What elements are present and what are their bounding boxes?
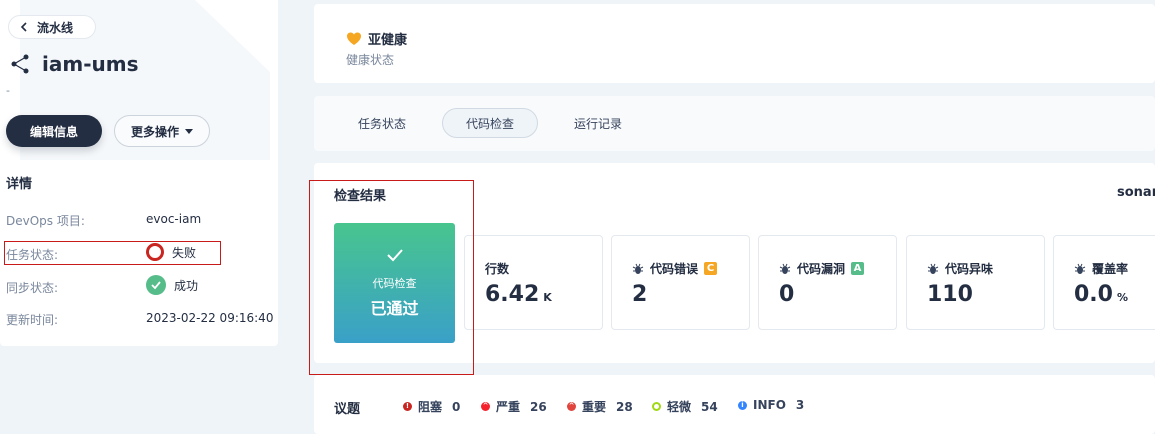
lines-value: 6.42: [485, 282, 540, 307]
bugs-label: 代码错误: [650, 262, 699, 276]
lines-label: 行数: [485, 262, 510, 276]
vulnerabilities-label: 代码漏洞: [797, 262, 846, 276]
heart-icon: [347, 32, 361, 45]
issue-label: INFO: [753, 398, 786, 412]
details-heading: 详情: [6, 177, 33, 192]
issue-label: 轻微: [667, 400, 692, 414]
issue-info[interactable]: i INFO 3: [738, 398, 804, 412]
issue-count: 3: [795, 398, 805, 412]
metric-vulnerabilities: 代码漏洞 A 0: [758, 235, 897, 330]
metric-value: 0.0%: [1074, 282, 1128, 307]
detail-label-updated: 更新时间:: [6, 313, 59, 327]
sync-status-text: 成功: [174, 278, 199, 293]
metric-label: 代码漏洞 A: [779, 260, 865, 277]
bug-icon: [632, 263, 644, 274]
health-card: 亚健康 健康状态: [314, 4, 1155, 83]
metric-value: 110: [927, 282, 973, 307]
page-title: iam-ums: [42, 52, 139, 76]
sonar-provider-label: sonar: [1117, 185, 1155, 200]
chevron-left-icon: [20, 22, 27, 32]
detail-label-sync-status: 同步状态:: [6, 281, 59, 295]
lines-unit: K: [543, 291, 552, 304]
blocker-icon: !: [403, 402, 412, 411]
metric-lines: 行数 6.42 K: [464, 235, 603, 330]
pipeline-description: -: [6, 84, 10, 97]
metric-label: 覆盖率: [1074, 260, 1128, 277]
issue-minor[interactable]: 轻微 54: [652, 398, 718, 415]
caret-down-icon: [185, 128, 193, 134]
back-label: 流水线: [37, 20, 74, 35]
check-result-highlight-box: [309, 180, 474, 375]
metric-bugs: 代码错误 C 2: [611, 235, 750, 330]
pipeline-icon: [11, 54, 29, 74]
pipeline-sidebar: 流水线 iam-ums - 编辑信息 更多操作 详情 DevOps 项目: ev…: [0, 0, 278, 346]
info-icon: i: [738, 400, 747, 410]
detail-value-updated: 2023-02-22 09:16:40: [146, 311, 273, 325]
issue-count: 28: [616, 399, 633, 414]
health-title: 亚健康: [346, 29, 407, 48]
code-smells-label: 代码异味: [945, 262, 994, 276]
issue-count: 0: [452, 399, 461, 414]
tab-run-records[interactable]: 运行记录: [562, 108, 634, 138]
tab-code-check[interactable]: 代码检查: [442, 108, 538, 138]
issue-label: 重要: [582, 400, 607, 414]
project-name: evoc-iam: [146, 212, 202, 226]
major-icon: ^: [567, 402, 576, 411]
vulnerability-icon: [779, 263, 791, 274]
issue-label: 严重: [496, 400, 521, 414]
detail-value-project: evoc-iam: [146, 212, 201, 226]
code-smell-icon: [927, 263, 939, 274]
tab-task-status[interactable]: 任务状态: [346, 108, 418, 138]
coverage-value: 0.0: [1074, 282, 1113, 307]
metric-value: 2: [632, 282, 648, 307]
coverage-unit: %: [1116, 291, 1129, 304]
metric-label: 行数: [485, 260, 509, 277]
issue-blocker[interactable]: ! 阻塞 0: [403, 398, 460, 415]
issue-critical[interactable]: ^ 严重 26: [481, 398, 547, 415]
grade-badge: A: [851, 262, 865, 275]
task-status-highlight-box: [4, 241, 221, 265]
updated-time: 2023-02-22 09:16:40: [146, 311, 274, 325]
coverage-label: 覆盖率: [1092, 262, 1129, 276]
minor-icon: [652, 402, 661, 411]
tab-bar: 任务状态 代码检查 运行记录: [314, 96, 1155, 151]
pipeline-header: iam-ums: [10, 52, 138, 76]
more-actions-button[interactable]: 更多操作: [114, 115, 210, 147]
health-subtitle: 健康状态: [346, 53, 395, 67]
issue-count: 54: [701, 399, 718, 414]
issue-count: 26: [530, 399, 547, 414]
edit-info-button[interactable]: 编辑信息: [6, 115, 102, 147]
more-actions-label: 更多操作: [130, 124, 179, 139]
issues-card: 议题 ! 阻塞 0 ^ 严重 26 ^ 重要 28 轻微 54 i INFO 3: [314, 375, 1155, 434]
detail-value-sync-status: 成功: [146, 275, 198, 295]
metric-label: 代码异味: [927, 260, 993, 277]
issues-title: 议题: [334, 402, 361, 417]
metric-coverage: 覆盖率 0.0%: [1053, 235, 1155, 330]
success-check-icon: [146, 275, 166, 295]
detail-label-project: DevOps 项目:: [6, 214, 85, 228]
coverage-icon: [1074, 263, 1086, 274]
health-status-text: 亚健康: [368, 33, 408, 48]
metric-code-smells: 代码异味 110: [906, 235, 1045, 330]
metric-value: 6.42 K: [485, 282, 552, 307]
critical-icon: ^: [481, 402, 490, 411]
metric-value: 0: [779, 282, 795, 307]
issue-label: 阻塞: [418, 400, 443, 414]
back-to-pipelines-button[interactable]: 流水线: [8, 15, 96, 39]
metric-label: 代码错误 C: [632, 260, 718, 277]
issue-major[interactable]: ^ 重要 28: [567, 398, 633, 415]
grade-badge: C: [704, 262, 718, 275]
